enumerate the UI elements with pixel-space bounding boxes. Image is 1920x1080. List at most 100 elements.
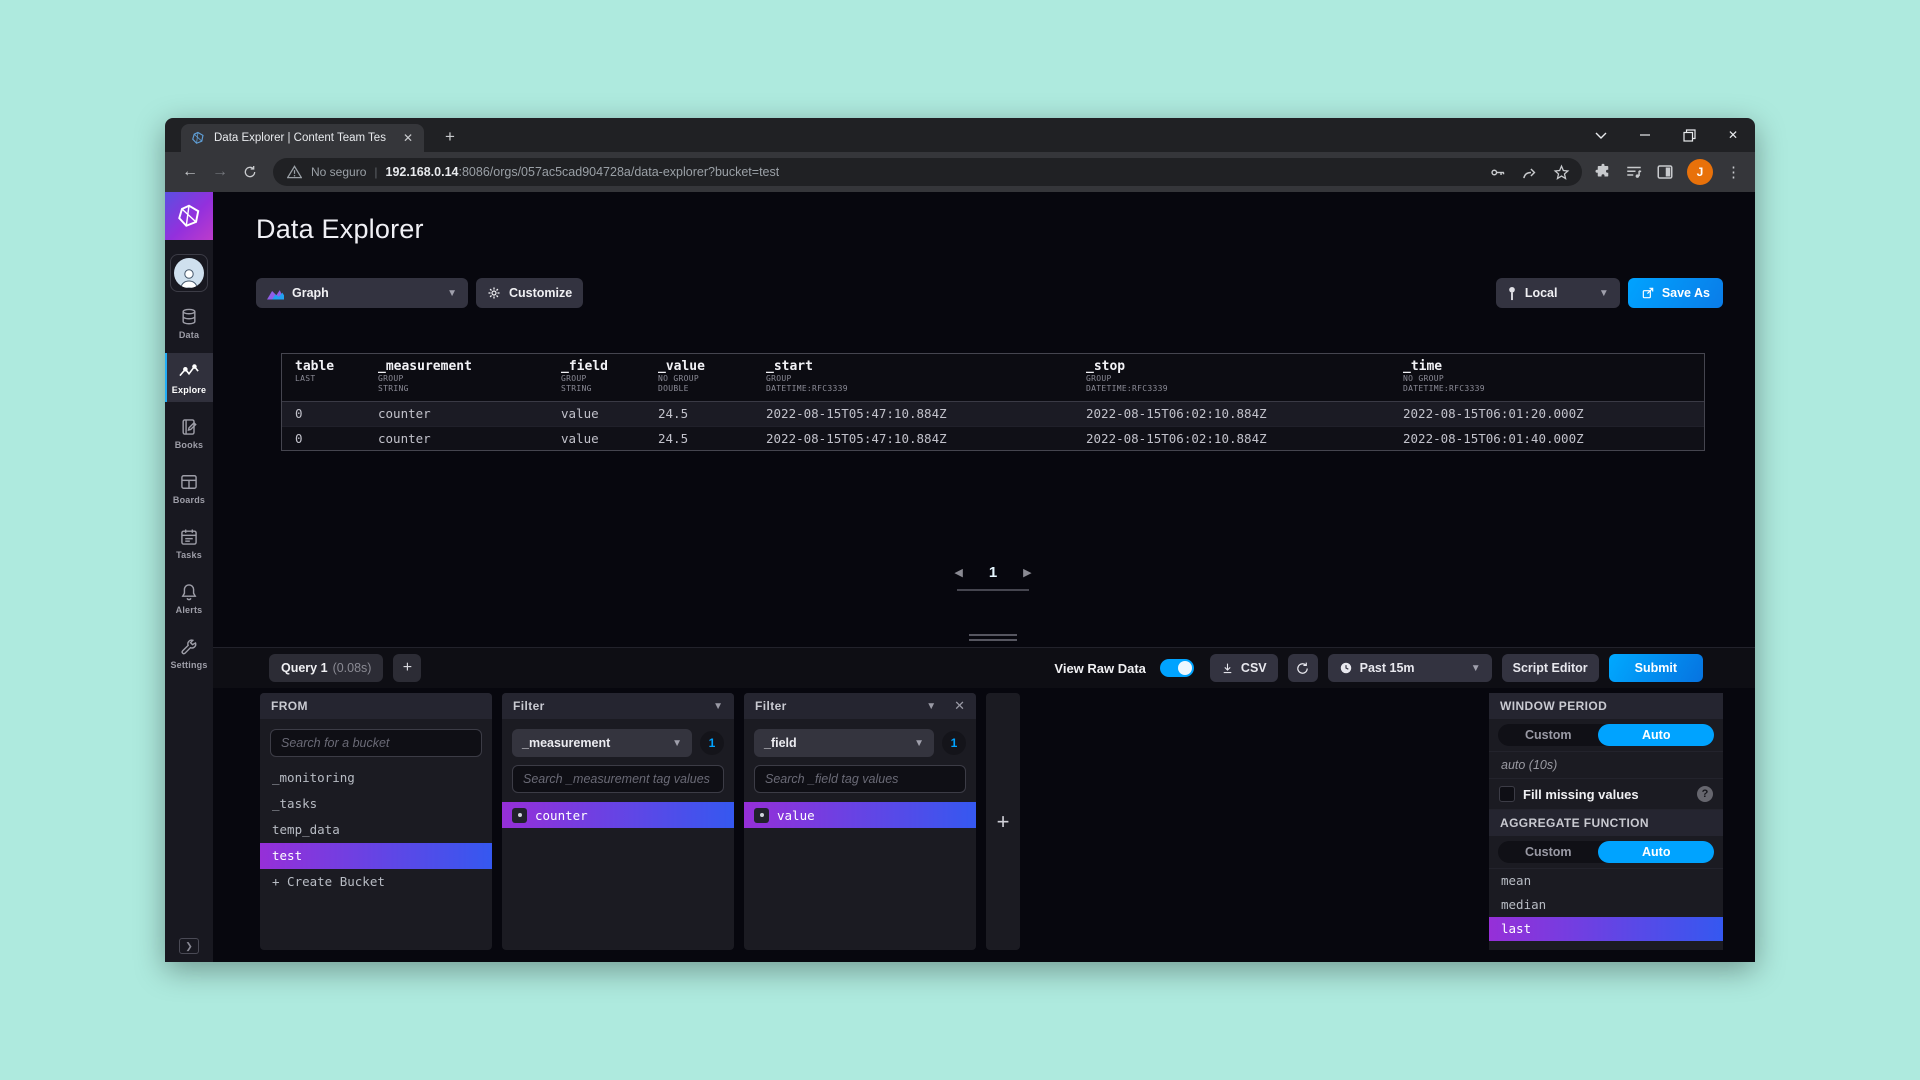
fill-missing-values-checkbox[interactable] [1499,786,1515,802]
query-tab-label: Query 1 [281,661,328,675]
nav-item-explore[interactable]: Explore [165,353,213,402]
add-query-button[interactable]: + [393,654,421,682]
influxdb-favicon [189,129,207,147]
nav-item-books[interactable]: Books [165,408,213,457]
bucket-item-temp_data[interactable]: temp_data [260,817,492,843]
filter-key-dropdown[interactable]: _measurement ▼ [512,729,692,757]
tab-title: Data Explorer | Content Team Tes [214,132,393,144]
media-list-icon[interactable] [1625,163,1643,181]
auto-segment[interactable]: Auto [1598,841,1714,863]
dashboards-icon [179,472,199,492]
custom-segment[interactable]: Custom [1498,724,1598,746]
aggregate-function-mean[interactable]: mean [1489,869,1723,893]
window-chevron-icon[interactable] [1579,118,1623,152]
new-tab-button[interactable]: + [438,127,462,147]
bucket-item-test[interactable]: test [260,843,492,869]
nav-collapse-icon[interactable]: ❯ [179,938,199,954]
customize-button[interactable]: Customize [476,278,583,308]
nav-item-boards[interactable]: Boards [165,463,213,512]
nav-item-settings[interactable]: Settings [165,628,213,677]
extensions-puzzle-icon[interactable] [1594,163,1612,181]
filter-panel-header: Filter ▼ ✕ [744,693,976,719]
bucket-search-input[interactable] [270,729,482,757]
aggregate-function-median[interactable]: median [1489,893,1723,917]
script-editor-button[interactable]: Script Editor [1502,654,1599,682]
auto-segment[interactable]: Auto [1598,724,1714,746]
aggregate-function-last[interactable]: last [1489,917,1723,941]
create-bucket-button[interactable]: + Create Bucket [260,869,492,895]
browser-tab[interactable]: Data Explorer | Content Team Tes ✕ [181,124,424,152]
tag-value-value[interactable]: value [744,802,976,828]
refresh-button[interactable] [1288,654,1318,682]
window-period-value: auto (10s) [1489,752,1723,779]
resize-drag-handle[interactable] [281,634,1705,641]
filter-key-label: _field [764,736,797,750]
tag-value-counter[interactable]: counter [502,802,734,828]
user-avatar[interactable] [170,254,208,292]
filter-panel-header: Filter ▼ [502,693,734,719]
chevron-down-icon[interactable]: ▼ [713,701,723,712]
query-tab[interactable]: Query 1 (0.08s) [269,654,383,682]
window-maximize-button[interactable] [1667,118,1711,152]
forward-icon[interactable]: → [205,157,235,187]
from-title: FROM [271,699,308,713]
nav-item-alerts[interactable]: Alerts [165,573,213,622]
back-icon[interactable]: ← [175,157,205,187]
window-close-button[interactable]: ✕ [1711,118,1755,152]
from-panel: FROM _monitoring_taskstemp_datatest+ Cre… [260,693,492,950]
table-cell: value [548,427,645,450]
save-as-button[interactable]: Save As [1628,278,1723,308]
timezone-dropdown[interactable]: Local ▼ [1496,278,1620,308]
aggregate-function-title: AGGREGATE FUNCTION [1500,816,1649,830]
table-cell: 2022-08-15T05:47:10.884Z [753,402,1073,426]
aggregate-function-list: meanmedianlast [1489,869,1723,941]
table-body: 0countervalue24.52022-08-15T05:47:10.884… [282,402,1704,450]
view-raw-data-toggle[interactable] [1160,659,1194,677]
chevron-down-icon[interactable]: ▼ [926,701,936,712]
page-prev-icon[interactable]: ◀ [954,566,962,579]
bucket-list: _monitoring_taskstemp_datatest+ Create B… [260,765,492,895]
browser-profile-avatar[interactable]: J [1687,159,1713,185]
password-key-icon[interactable] [1488,163,1506,181]
browser-menu-icon[interactable]: ⋮ [1726,163,1741,181]
table-row[interactable]: 0countervalue24.52022-08-15T05:47:10.884… [282,426,1704,450]
table-cell: 24.5 [645,427,753,450]
bookmark-star-icon[interactable] [1552,163,1570,181]
csv-download-button[interactable]: CSV [1210,654,1278,682]
table-cell: 2022-08-15T06:02:10.884Z [1073,427,1390,450]
csv-label: CSV [1241,661,1267,675]
time-range-dropdown[interactable]: Past 15m ▼ [1328,654,1492,682]
page-number[interactable]: 1 [989,564,997,581]
page-next-icon[interactable]: ▶ [1023,566,1031,579]
table-cell: value [548,402,645,426]
address-bar[interactable]: No seguro | 192.168.0.14:8086/orgs/057ac… [273,158,1582,186]
security-warning-icon[interactable] [285,163,303,181]
custom-segment[interactable]: Custom [1498,841,1598,863]
influxdb-logo[interactable] [165,192,213,240]
security-label: No seguro [311,165,366,179]
reload-icon[interactable] [235,157,265,187]
submit-button[interactable]: Submit [1609,654,1703,682]
url-text: 192.168.0.14:8086/orgs/057ac5cad904728a/… [386,165,780,179]
window-minimize-button[interactable] [1623,118,1667,152]
bucket-item-_tasks[interactable]: _tasks [260,791,492,817]
filter-key-dropdown[interactable]: _field ▼ [754,729,934,757]
side-panel-icon[interactable] [1656,163,1674,181]
window-controls: ✕ [1579,118,1755,152]
bucket-item-_monitoring[interactable]: _monitoring [260,765,492,791]
table-row[interactable]: 0countervalue24.52022-08-15T05:47:10.884… [282,402,1704,426]
help-icon[interactable]: ? [1697,786,1713,802]
share-icon[interactable] [1520,163,1538,181]
add-filter-card-button[interactable]: + [986,693,1020,950]
column-header-table: tableLAST [282,354,365,401]
measurement-search-input[interactable] [512,765,724,793]
nav-item-tasks[interactable]: Tasks [165,518,213,567]
tab-close-icon[interactable]: ✕ [400,131,416,145]
view-type-dropdown[interactable]: Graph ▼ [256,278,468,308]
close-icon[interactable]: ✕ [954,698,965,714]
field-search-input[interactable] [754,765,966,793]
view-type-label: Graph [292,286,433,300]
query-builder: FROM _monitoring_taskstemp_datatest+ Cre… [260,693,1723,950]
nav-item-data[interactable]: Data [165,298,213,347]
column-header-_time: _timeNO GROUPDATETIME:RFC3339 [1390,354,1704,401]
